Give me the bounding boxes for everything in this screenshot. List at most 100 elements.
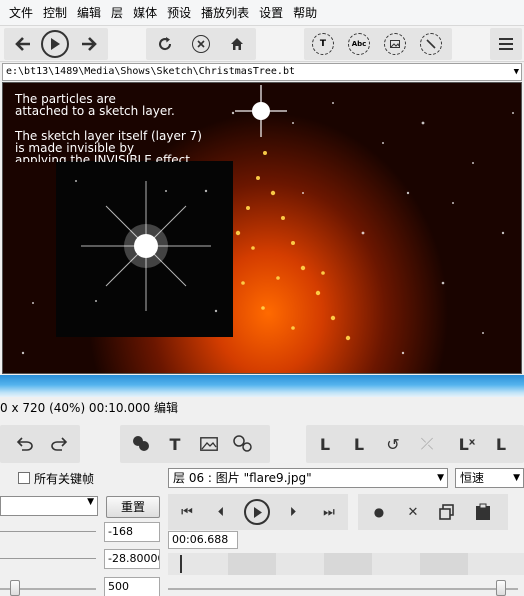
layer-op-3-button[interactable]: ↺ (378, 429, 408, 459)
speed-select-value: 恒速 (460, 471, 485, 485)
sketch-layer-box (56, 161, 233, 337)
image-layer-icon (384, 33, 406, 55)
play-icon (41, 30, 69, 58)
nav-group (4, 28, 108, 60)
timeline-track[interactable] (168, 553, 524, 575)
menu-bar: 文件 控制 编辑 层 媒体 预设 播放列表 设置 帮助 (0, 0, 524, 26)
abc-layer-icon: Abc (348, 33, 370, 55)
menu-help[interactable]: 帮助 (288, 4, 322, 21)
first-frame-button[interactable]: ⏮ (172, 497, 202, 527)
control-group (146, 28, 256, 60)
add-particle-layer-button[interactable] (228, 429, 258, 459)
add-text-layer-button[interactable]: T (160, 429, 190, 459)
add-sketch-layer-button[interactable] (126, 429, 156, 459)
layer-op-6-button[interactable]: L (486, 429, 516, 459)
play-button[interactable] (40, 28, 70, 60)
menu-file[interactable]: 文件 (4, 4, 38, 21)
delete-key-button[interactable]: ✕ (398, 497, 428, 527)
stop-button[interactable] (186, 28, 216, 60)
canvas-text-line-2: attached to a sketch layer. (15, 104, 175, 118)
menu-presets[interactable]: 预设 (162, 4, 196, 21)
home-icon (231, 38, 243, 50)
next-frame-button[interactable]: ⏵ (278, 497, 308, 527)
layer-edit-group: Ⅼ Ⅼ ↺ ⤫ Lˣ L (306, 425, 524, 463)
prev-frame-button[interactable]: ⏴ (206, 497, 236, 527)
home-button[interactable] (222, 28, 252, 60)
layer-delete-button[interactable]: Lˣ (452, 429, 482, 459)
layer-l3-icon: L (495, 434, 507, 454)
text-layer-button[interactable]: T (308, 28, 338, 60)
canvas-text-line-5: applying the INVISIBLE effect (15, 154, 190, 162)
text-layer-icon: T (312, 33, 334, 55)
layer-l-icon: Ⅼ (319, 434, 331, 454)
all-keyframes-label: 所有关键帧 (34, 471, 95, 486)
hamburger-button[interactable] (491, 28, 521, 60)
time-slider-track[interactable] (168, 588, 518, 590)
back-button[interactable] (8, 28, 38, 60)
layer-x-icon: Lˣ (458, 434, 476, 454)
layer-add-group: T (120, 425, 270, 463)
image-icon (200, 437, 218, 451)
menu-playlist[interactable]: 播放列表 (196, 4, 254, 21)
layer-op-1-button[interactable]: Ⅼ (310, 429, 340, 459)
timeline-cursor[interactable] (180, 555, 182, 573)
chevron-down-icon[interactable]: ▼ (514, 64, 519, 80)
desktop-strip (0, 375, 524, 397)
value-slider-thumb[interactable] (10, 580, 20, 596)
layer-op-4-button[interactable]: ⤫ (412, 429, 442, 459)
image-layer-button[interactable] (380, 28, 410, 60)
play-pause-button[interactable] (242, 497, 272, 527)
status-bar: 0 x 720 (40%) 00:10.000 编辑 (0, 397, 524, 419)
menu-control[interactable]: 控制 (38, 4, 72, 21)
no-edit-button[interactable] (416, 28, 446, 60)
property-select[interactable]: ▼ (0, 496, 98, 516)
menu-group (490, 28, 522, 60)
copy-button[interactable] (432, 497, 462, 527)
time-slider-thumb[interactable] (496, 580, 506, 596)
refresh-button[interactable] (150, 28, 180, 60)
layer-select[interactable]: 层 06 : 图片 "flare9.jpg" ▼ (168, 468, 448, 488)
menu-edit[interactable]: 编辑 (72, 4, 106, 21)
layer-select-value: 层 06 : 图片 "flare9.jpg" (173, 471, 312, 485)
particles-icon (233, 435, 252, 452)
undo-button[interactable] (10, 429, 40, 459)
timeline-segment (420, 553, 468, 575)
refresh-icon (159, 37, 172, 51)
forward-button[interactable] (74, 28, 104, 60)
no-edit-icon (420, 33, 442, 55)
speed-select[interactable]: 恒速 ▼ (455, 468, 524, 488)
layer-l2-icon: Ⅼ (353, 434, 365, 454)
value-field-1[interactable]: -168 (104, 522, 160, 542)
preview-canvas[interactable]: The particles are attached to a sketch l… (2, 82, 522, 374)
time-field[interactable]: 00:06.688 (168, 531, 238, 549)
timeline-segment (324, 553, 372, 575)
play-icon (244, 499, 270, 525)
path-input[interactable]: e:\bt13\1489\Media\Shows\Sketch\Christma… (2, 63, 522, 81)
record-dot-icon: ● (373, 505, 385, 519)
value-field-3[interactable]: 500 (104, 577, 160, 596)
last-frame-button[interactable]: ⏭ (314, 497, 344, 527)
playback-group: ⏮ ⏴ ⏵ ⏭ (168, 494, 348, 530)
record-button[interactable]: ● (364, 497, 394, 527)
menu-media[interactable]: 媒体 (128, 4, 162, 21)
redo-button[interactable] (44, 429, 74, 459)
row-divider (0, 558, 96, 559)
layer-op-2-button[interactable]: Ⅼ (344, 429, 374, 459)
add-image-layer-button[interactable] (194, 429, 224, 459)
layer-disabled-icon: ⤫ (420, 434, 434, 453)
abc-layer-button[interactable]: Abc (344, 28, 374, 60)
skip-first-icon: ⏮ (181, 504, 193, 520)
value-field-2[interactable]: -28.800001 (104, 549, 160, 569)
chevron-down-icon: ▼ (437, 473, 444, 483)
paste-button[interactable] (468, 497, 498, 527)
all-keyframes-checkbox[interactable] (18, 472, 30, 484)
menu-layer[interactable]: 层 (106, 4, 128, 21)
arrow-left-icon (15, 37, 30, 51)
all-keyframes-row[interactable]: 所有关键帧 (18, 470, 94, 486)
path-text: e:\bt13\1489\Media\Shows\Sketch\Christma… (6, 66, 295, 77)
menu-settings[interactable]: 设置 (254, 4, 288, 21)
reset-button[interactable]: 重置 (106, 496, 160, 518)
layer-type-group: T Abc (304, 28, 452, 60)
stop-icon (192, 35, 210, 53)
row-divider (0, 531, 96, 532)
